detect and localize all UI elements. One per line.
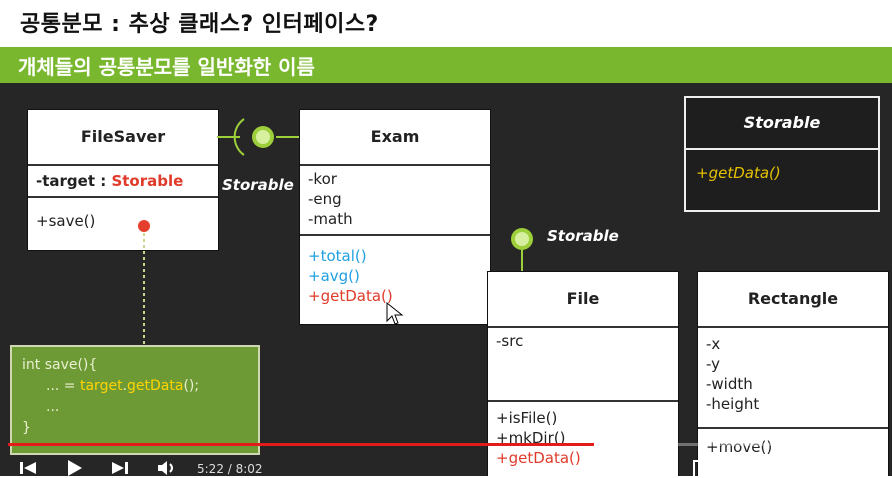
video-time: 5:22 / 8:02 [197, 462, 263, 476]
slide-title: 공통분모 : 추상 클래스? 인터페이스? [20, 12, 379, 37]
code-getdata-call: getData [127, 378, 184, 394]
banner-text: 개체들의 공통분모를 일반화한 이름 [18, 55, 315, 79]
diagram-stage: FileSaver -target : Storable +save() Exa… [0, 83, 892, 476]
slide-banner: 개체들의 공통분모를 일반화한 이름 [0, 47, 892, 83]
lollipop-exam [217, 118, 299, 156]
fullscreen-icon[interactable] [840, 460, 862, 478]
code-line-2: ... = target.getData(); [22, 376, 248, 397]
progress-bar[interactable] [8, 443, 884, 446]
code-line-2-prefix: ... = [46, 378, 80, 394]
settings-gear-icon[interactable] [648, 458, 668, 478]
progress-bar-fill [8, 443, 595, 446]
miniplayer-icon[interactable] [693, 460, 717, 478]
code-line-1: int save(){ [22, 357, 98, 373]
volume-icon[interactable] [156, 459, 178, 477]
video-player-controls: 5:22 / 8:02 [0, 436, 892, 478]
next-icon[interactable] [110, 460, 130, 476]
previous-icon[interactable] [18, 460, 38, 476]
subtitles-icon[interactable] [597, 460, 621, 478]
code-target: target [79, 378, 123, 394]
lollipop-label-file: Storable [547, 227, 619, 245]
code-line-3: ... [46, 399, 60, 415]
code-line-2-suffix: (); [183, 378, 200, 394]
cast-icon[interactable] [790, 460, 814, 478]
lollipop-file [511, 228, 533, 271]
mouse-cursor-icon [386, 301, 404, 325]
dependency-line [138, 220, 150, 345]
lollipop-label-exam: Storable [222, 176, 294, 194]
play-icon[interactable] [65, 459, 85, 477]
theater-mode-icon[interactable] [742, 460, 766, 478]
